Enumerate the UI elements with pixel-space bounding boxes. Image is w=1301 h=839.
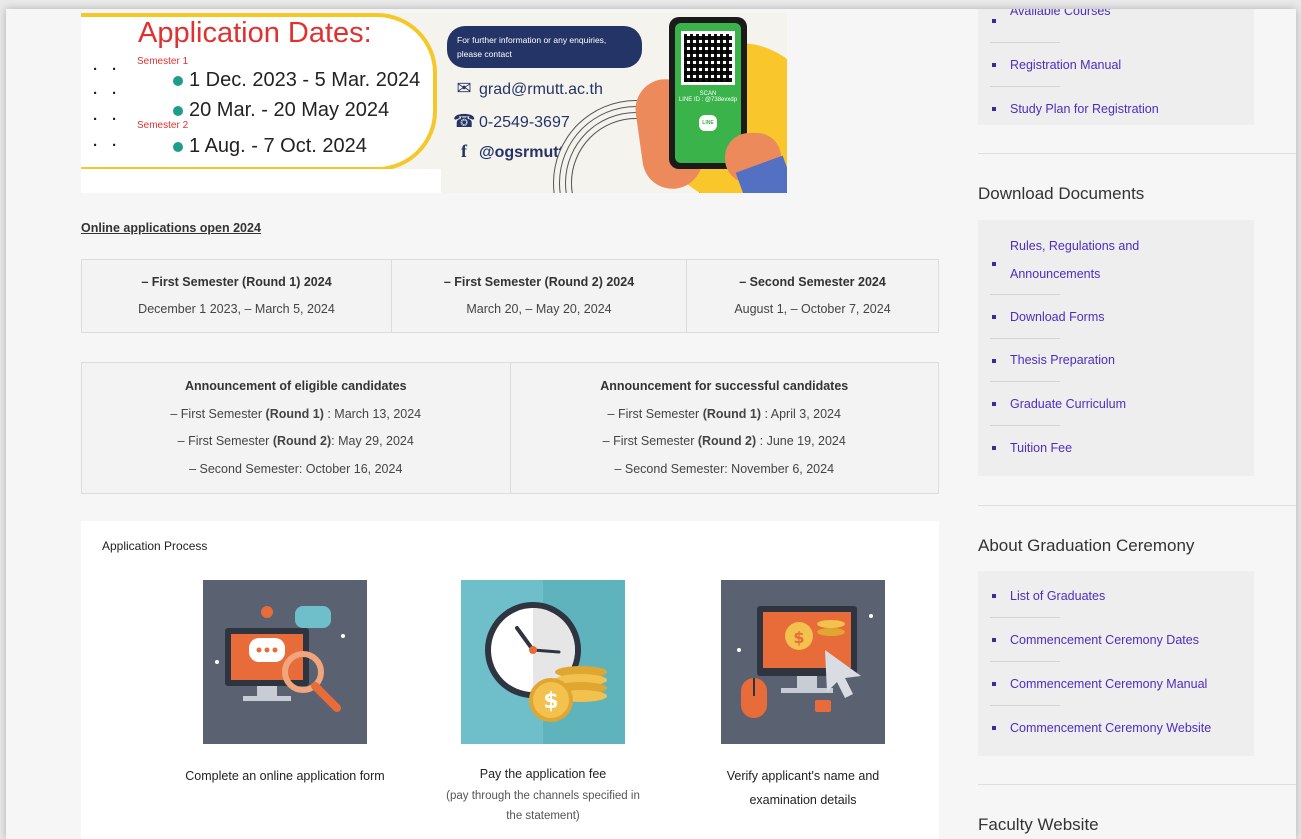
- successful-candidates-cell: Announcement for successful candidates –…: [509, 362, 939, 494]
- divider: [978, 153, 1296, 154]
- process-step-3: $ Verify applicant's name and examinatio…: [683, 580, 923, 812]
- svg-text:$: $: [543, 689, 558, 714]
- sidebar-link-thesis-preparation[interactable]: Thesis Preparation: [990, 339, 1254, 382]
- step-2-caption: Pay the application fee: [479, 767, 607, 781]
- step-1-caption: Complete an online application form: [185, 769, 385, 783]
- process-step-1: Complete an online application form: [165, 580, 405, 788]
- phone-icon: ☎: [453, 111, 476, 131]
- divider: [978, 505, 1296, 506]
- banner-facebook: f @ogsrmutt: [453, 141, 564, 162]
- computer-cursor-icon: $: [721, 580, 885, 744]
- banner-date-1: 1 Dec. 2023 - 5 Mar. 2024: [173, 69, 420, 92]
- process-step-2: $ Pay the application fee (pay through t…: [423, 580, 663, 826]
- banner-date-2: 20 Mar. - 20 May 2024: [173, 99, 389, 122]
- decorative-dots: ··: [93, 61, 131, 78]
- sidebar-link-rules[interactable]: Rules, Regulations and Announcements: [990, 232, 1254, 295]
- banner-phone: ☎ 0-2549-3697: [453, 111, 570, 131]
- contact-note: For further information or any enquiries…: [447, 26, 642, 68]
- step-2-note-1: (pay through the channels specified in: [446, 790, 640, 802]
- application-dates-banner: Application Dates: Semester 1 Semester 2…: [81, 13, 787, 193]
- svg-text:$: $: [793, 628, 804, 647]
- online-form-icon: [203, 580, 367, 744]
- download-documents-title: Download Documents: [978, 184, 1145, 203]
- sidebar-link-ceremony-dates[interactable]: Commencement Ceremony Dates: [990, 618, 1254, 662]
- sidebar-link-tuition-fee[interactable]: Tuition Fee: [990, 426, 1254, 470]
- sidebar-link-available-courses[interactable]: Available Courses: [990, 9, 1254, 43]
- line-icon: LINE: [699, 115, 717, 131]
- sidebar-link-download-forms[interactable]: Download Forms: [990, 295, 1254, 339]
- qr-code: [681, 31, 735, 85]
- graduation-ceremony-box: List of Graduates Commencement Ceremony …: [978, 571, 1254, 756]
- online-applications-heading: Online applications open 2024: [81, 221, 261, 235]
- page: Application Dates: Semester 1 Semester 2…: [6, 9, 1296, 839]
- sidebar-link-registration-manual[interactable]: Registration Manual: [990, 43, 1254, 87]
- step-2-note-2: the statement): [506, 810, 580, 822]
- online-applications-link[interactable]: Online applications open 2024: [81, 221, 261, 235]
- sidebar-link-graduate-curriculum[interactable]: Graduate Curriculum: [990, 382, 1254, 426]
- banner-email: ✉ grad@rmutt.ac.th: [453, 78, 602, 99]
- download-documents-box: Rules, Regulations and Announcements Down…: [978, 220, 1254, 476]
- facebook-icon: f: [461, 141, 467, 161]
- sidebar-link-ceremony-manual[interactable]: Commencement Ceremony Manual: [990, 662, 1254, 706]
- banner-date-3: 1 Aug. - 7 Oct. 2024: [173, 135, 367, 158]
- banner-title: Application Dates:: [138, 17, 372, 49]
- faculty-website-title: Faculty Website: [978, 815, 1099, 834]
- period-cell: – First Semester (Round 2) 2024 March 20…: [391, 259, 687, 333]
- sidebar-link-study-plan[interactable]: Study Plan for Registration: [990, 87, 1254, 131]
- application-process-section: Application Process Complete an online a…: [81, 521, 939, 839]
- divider: [978, 784, 1296, 785]
- announcements-table: Announcement of eligible candidates – Fi…: [81, 362, 939, 494]
- envelope-icon: ✉: [456, 78, 472, 98]
- semester-1-label: Semester 1: [137, 56, 189, 67]
- top-links-box: Available Courses Registration Manual St…: [978, 9, 1254, 125]
- graduation-ceremony-title: About Graduation Ceremony: [978, 536, 1195, 555]
- line-id: LINE ID : @738evxdp: [678, 97, 738, 103]
- application-periods-table: – First Semester (Round 1) 2024 December…: [81, 259, 939, 333]
- period-cell: – First Semester (Round 1) 2024 December…: [81, 259, 392, 333]
- sidebar-link-list-of-graduates[interactable]: List of Graduates: [990, 574, 1254, 618]
- sidebar: Available Courses Registration Manual St…: [978, 9, 1296, 839]
- period-cell: – Second Semester 2024 August 1, – Octob…: [686, 259, 939, 333]
- application-process-title: Application Process: [102, 539, 208, 553]
- eligible-candidates-cell: Announcement of eligible candidates – Fi…: [81, 362, 511, 494]
- step-3-caption: Verify applicant's name and examination …: [726, 769, 880, 807]
- sidebar-link-ceremony-website[interactable]: Commencement Ceremony Website: [990, 706, 1254, 750]
- clock-coins-icon: $: [461, 580, 625, 744]
